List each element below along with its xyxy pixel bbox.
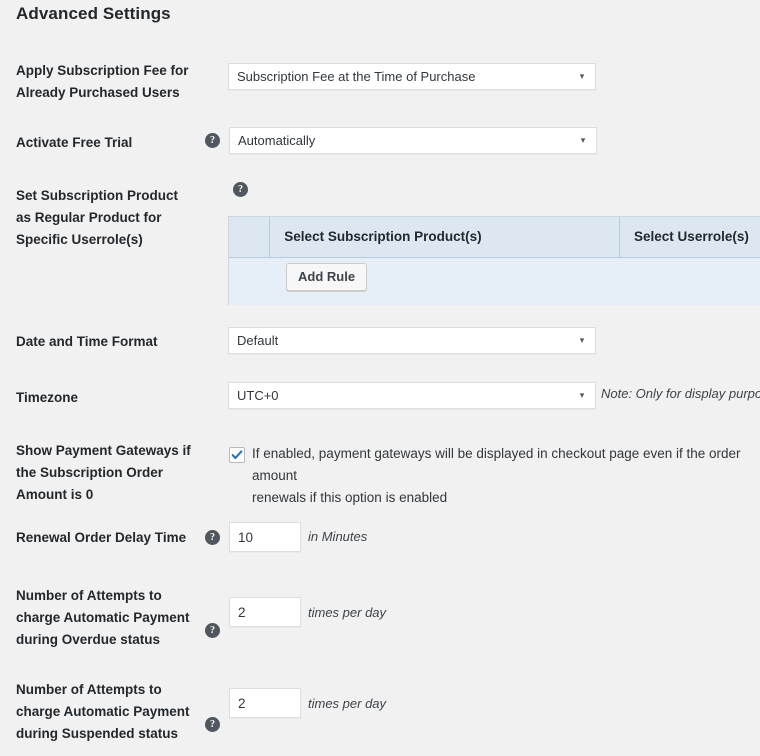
show-payment-gateways-checkbox[interactable] bbox=[229, 447, 245, 463]
rules-table: Select Subscription Product(s) Select Us… bbox=[228, 216, 760, 305]
timezone-note: Note: Only for display purpose bbox=[601, 386, 760, 401]
renewal-order-delay-input[interactable] bbox=[229, 522, 301, 552]
date-time-format-value: Default bbox=[237, 333, 278, 348]
timezone-value: UTC+0 bbox=[237, 388, 279, 403]
apply-subscription-fee-value: Subscription Fee at the Time of Purchase bbox=[237, 69, 475, 84]
attempts-overdue-suffix: times per day bbox=[308, 605, 386, 620]
attempts-suspended-suffix: times per day bbox=[308, 696, 386, 711]
chevron-down-icon: ▾ bbox=[577, 383, 587, 408]
chevron-down-icon: ▾ bbox=[578, 128, 588, 153]
date-time-format-label: Date and Time Format bbox=[16, 331, 196, 353]
advanced-settings-page: Advanced Settings Apply Subscription Fee… bbox=[0, 0, 760, 756]
rules-table-header-row: Select Subscription Product(s) Select Us… bbox=[229, 217, 760, 258]
attempts-suspended-label: Number of Attempts to charge Automatic P… bbox=[16, 679, 196, 745]
rules-table-cell-handle bbox=[229, 258, 279, 305]
chevron-down-icon: ▾ bbox=[577, 328, 587, 353]
attempts-suspended-input[interactable] bbox=[229, 688, 301, 718]
help-icon-activate-free-trial[interactable]: ? bbox=[205, 133, 220, 148]
chevron-down-icon: ▾ bbox=[577, 64, 587, 89]
activate-free-trial-select[interactable]: Automatically ▾ bbox=[229, 127, 597, 154]
renewal-order-delay-suffix: in Minutes bbox=[308, 529, 367, 544]
help-icon-attempts-suspended[interactable]: ? bbox=[205, 717, 220, 732]
apply-subscription-fee-select[interactable]: Subscription Fee at the Time of Purchase… bbox=[228, 63, 596, 90]
rules-table-col-userrole: Select Userrole(s) bbox=[620, 217, 760, 257]
activate-free-trial-label: Activate Free Trial bbox=[16, 132, 196, 154]
date-time-format-select[interactable]: Default ▾ bbox=[228, 327, 596, 354]
show-payment-gateways-description: If enabled, payment gateways will be dis… bbox=[252, 443, 760, 509]
rules-table-col-handle bbox=[229, 217, 270, 257]
timezone-label: Timezone bbox=[16, 387, 196, 409]
help-icon-regular-product-userroles[interactable]: ? bbox=[233, 182, 248, 197]
attempts-overdue-input[interactable] bbox=[229, 597, 301, 627]
help-icon-attempts-overdue[interactable]: ? bbox=[205, 623, 220, 638]
help-icon-renewal-order-delay[interactable]: ? bbox=[205, 530, 220, 545]
renewal-order-delay-label: Renewal Order Delay Time bbox=[16, 527, 196, 549]
show-payment-gateways-label: Show Payment Gateways if the Subscriptio… bbox=[16, 440, 196, 506]
add-rule-button[interactable]: Add Rule bbox=[286, 263, 367, 291]
activate-free-trial-value: Automatically bbox=[238, 133, 315, 148]
timezone-select[interactable]: UTC+0 ▾ bbox=[228, 382, 596, 409]
page-title: Advanced Settings bbox=[16, 4, 171, 24]
attempts-overdue-label: Number of Attempts to charge Automatic P… bbox=[16, 585, 196, 651]
regular-product-userroles-label: Set Subscription Product as Regular Prod… bbox=[16, 185, 196, 251]
rules-table-col-product: Select Subscription Product(s) bbox=[270, 217, 620, 257]
apply-subscription-fee-label: Apply Subscription Fee for Already Purch… bbox=[16, 60, 196, 104]
check-icon bbox=[230, 448, 244, 462]
